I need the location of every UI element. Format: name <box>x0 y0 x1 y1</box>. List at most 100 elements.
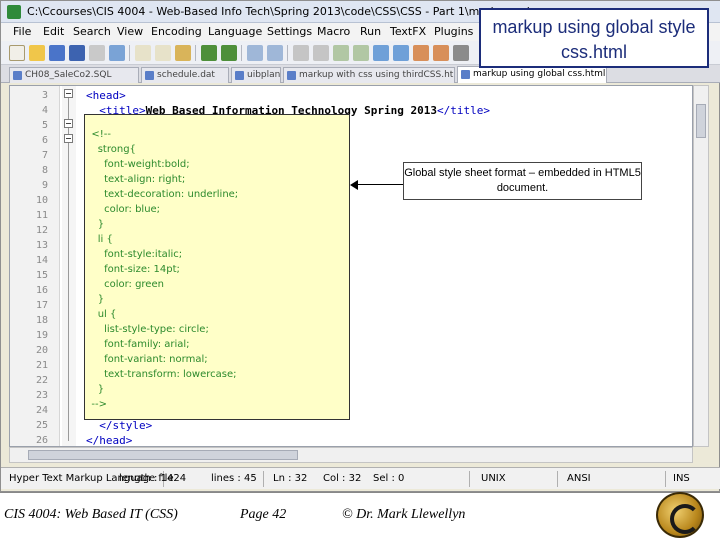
css-rule-line: list-style-type: circle; <box>85 324 209 335</box>
record-macro-icon[interactable] <box>413 45 429 61</box>
menu-language[interactable]: Language <box>208 25 262 38</box>
line-number: 6 <box>41 135 48 146</box>
tab-schedule-dat[interactable]: schedule.dat <box>141 67 229 83</box>
zoom-in-icon[interactable] <box>293 45 309 61</box>
play-macro-icon[interactable] <box>433 45 449 61</box>
scrollbar-thumb[interactable] <box>28 450 298 460</box>
status-bar: Hyper Text Markup Language file length :… <box>1 467 720 489</box>
css-rule-line: li { <box>85 234 113 245</box>
line-number: 7 <box>41 150 48 161</box>
paste-icon[interactable] <box>175 45 191 61</box>
code-token: </title> <box>437 104 490 117</box>
line-number: 22 <box>35 375 48 386</box>
new-file-icon[interactable] <box>9 45 25 61</box>
sync-scroll-icon[interactable] <box>333 45 349 61</box>
menu-search[interactable]: Search <box>73 25 111 38</box>
css-rule-line: text-align: right; <box>85 174 186 185</box>
footer-course: CIS 4004: Web Based IT (CSS) <box>4 507 178 522</box>
menu-textfx[interactable]: TextFX <box>390 25 426 38</box>
line-number: 5 <box>41 120 48 131</box>
code-line: 26 </head> <box>10 433 692 446</box>
tab-uibplan-sql[interactable]: uibplan.sql <box>231 67 281 83</box>
line-number: 19 <box>35 330 48 341</box>
ucf-pegasus-logo <box>656 492 704 538</box>
undo-icon[interactable] <box>201 45 217 61</box>
line-number: 26 <box>35 435 48 446</box>
menu-edit[interactable]: Edit <box>43 25 64 38</box>
css-rule-line: text-decoration: underline; <box>85 189 239 200</box>
indent-guide-icon[interactable] <box>393 45 409 61</box>
vertical-scrollbar[interactable] <box>693 85 709 447</box>
menu-macro[interactable]: Macro <box>317 25 350 38</box>
copy-icon[interactable] <box>155 45 171 61</box>
line-number: 25 <box>35 420 48 431</box>
tab-markup-using-global-css[interactable]: markup using global css.html <box>457 66 607 83</box>
line-number: 23 <box>35 390 48 401</box>
notepad-plus-plus-icon <box>7 5 21 19</box>
pilcrow-icon[interactable] <box>453 45 469 61</box>
code-token: </style> <box>86 419 153 432</box>
menu-encoding[interactable]: Encoding <box>151 25 202 38</box>
redo-icon[interactable] <box>221 45 237 61</box>
scrollbar-thumb[interactable] <box>696 104 706 138</box>
code-text: </style> <box>86 418 152 433</box>
menu-settings[interactable]: Settings <box>267 25 312 38</box>
css-rule-line: color: green <box>85 279 164 290</box>
line-number: 10 <box>35 195 48 206</box>
code-line: 3 <head> <box>10 88 692 103</box>
status-length: length : 1424 <box>119 473 187 484</box>
slide-title-callout: markup using global style css.html <box>479 8 709 68</box>
menu-view[interactable]: View <box>117 25 143 38</box>
css-rule-line: font-family: arial; <box>85 339 190 350</box>
tab-markup-with-css-thirdcss[interactable]: markup with css using thirdCSS.htm <box>283 67 455 83</box>
line-number: 17 <box>35 300 48 311</box>
show-all-chars-icon[interactable] <box>373 45 389 61</box>
cut-icon[interactable] <box>135 45 151 61</box>
close-file-icon[interactable] <box>89 45 105 61</box>
line-number: 15 <box>35 270 48 281</box>
zoom-out-icon[interactable] <box>313 45 329 61</box>
line-number: 13 <box>35 240 48 251</box>
code-line: 25 </style> <box>10 418 692 433</box>
line-number: 14 <box>35 255 48 266</box>
status-sel: Sel : 0 <box>373 473 405 484</box>
code-token: <head> <box>86 89 126 102</box>
css-rule-line: text-transform: lowercase; <box>85 369 237 380</box>
line-number: 4 <box>41 105 48 116</box>
line-number: 8 <box>41 165 48 176</box>
slide-footer: CIS 4004: Web Based IT (CSS) Page 42 © D… <box>0 492 720 540</box>
find-icon[interactable] <box>247 45 263 61</box>
horizontal-scrollbar[interactable] <box>9 447 693 463</box>
status-col: Col : 32 <box>323 473 362 484</box>
line-number: 16 <box>35 285 48 296</box>
line-number: 18 <box>35 315 48 326</box>
css-rule-line: } <box>85 219 105 230</box>
open-folder-icon[interactable] <box>29 45 45 61</box>
callout-arrow <box>356 184 403 185</box>
menu-run[interactable]: Run <box>360 25 381 38</box>
line-number: 12 <box>35 225 48 236</box>
menu-file[interactable]: File <box>13 25 31 38</box>
line-number: 3 <box>41 90 48 101</box>
line-number: 9 <box>41 180 48 191</box>
status-mode: INS <box>673 473 690 484</box>
print-icon[interactable] <box>109 45 125 61</box>
code-text: <head> <box>86 88 126 103</box>
tab-ch08-saleco2-sql[interactable]: CH08_SaleCo2.SQL <box>9 67 139 83</box>
save-all-icon[interactable] <box>69 45 85 61</box>
status-encoding: ANSI <box>567 473 591 484</box>
window-title: C:\Ccourses\CIS 4004 - Web-Based Info Te… <box>27 5 555 18</box>
css-rule-line: <!-- <box>85 129 111 140</box>
menu-plugins[interactable]: Plugins <box>434 25 473 38</box>
status-ln: Ln : 32 <box>273 473 308 484</box>
css-block-highlight: <!-- strong{ font-weight:bold; text-alig… <box>84 114 350 420</box>
line-number: 11 <box>35 210 48 221</box>
css-rule-line: font-size: 14pt; <box>85 264 180 275</box>
word-wrap-icon[interactable] <box>353 45 369 61</box>
arrow-left-icon <box>350 180 358 190</box>
line-number: 20 <box>35 345 48 356</box>
save-icon[interactable] <box>49 45 65 61</box>
css-rule-line: font-variant: normal; <box>85 354 208 365</box>
css-rule-line: --> <box>85 399 107 410</box>
replace-icon[interactable] <box>267 45 283 61</box>
